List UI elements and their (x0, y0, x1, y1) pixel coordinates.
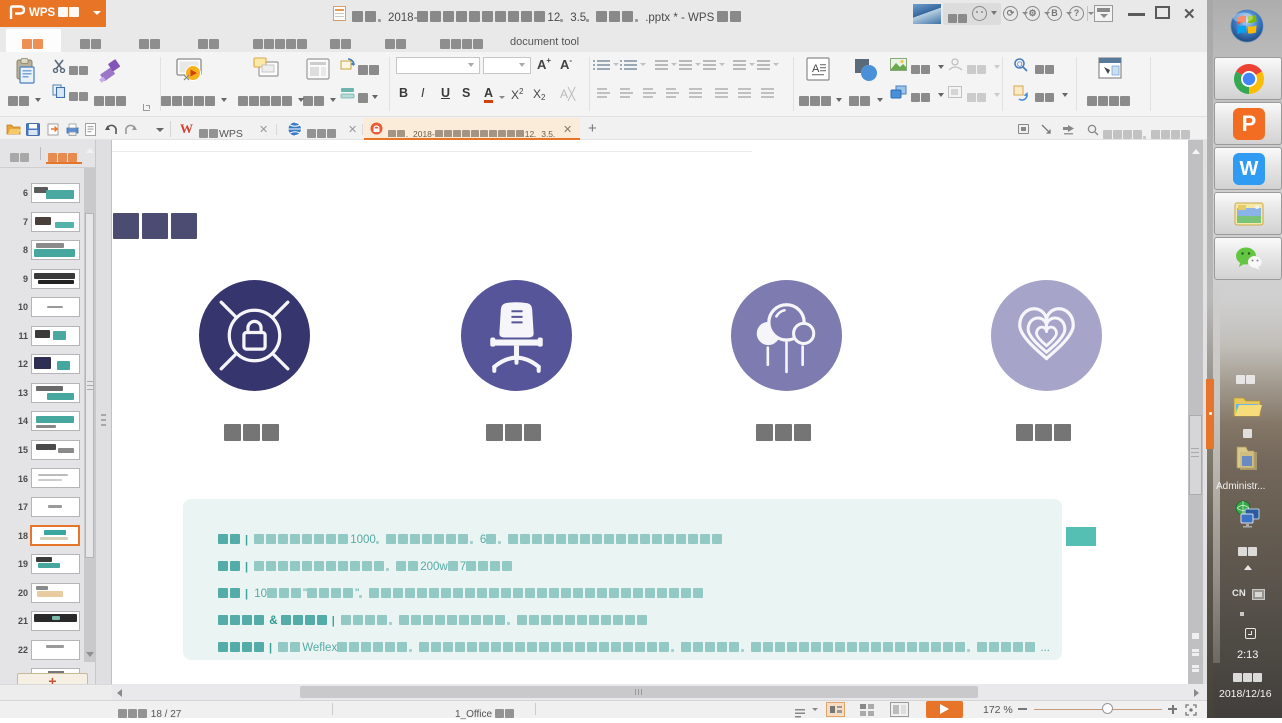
svg-text:A: A (812, 63, 820, 75)
svg-text:W: W (180, 122, 193, 135)
svg-text:Q: Q (1017, 62, 1023, 69)
